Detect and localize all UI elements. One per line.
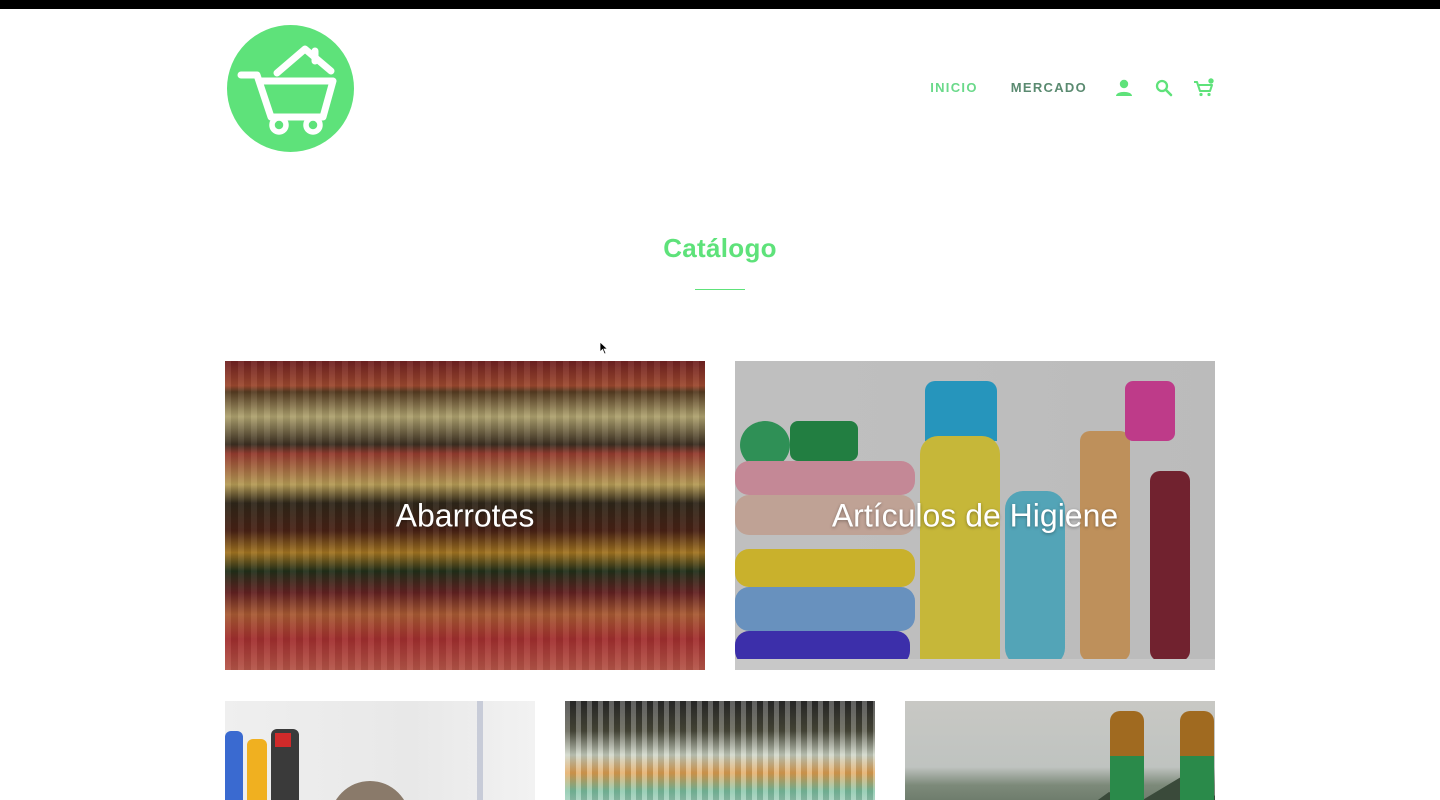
product-image-part	[1110, 756, 1144, 800]
collection-tile-4[interactable]	[565, 701, 875, 800]
store-logo[interactable]	[227, 25, 354, 152]
main-nav: INICIO MERCADO	[930, 76, 1215, 100]
collection-tile-5[interactable]	[905, 701, 1215, 800]
mouse-cursor-icon	[599, 341, 609, 355]
collection-label: Artículos de Higiene	[831, 497, 1119, 533]
account-button[interactable]	[1113, 76, 1135, 100]
account-icon	[1116, 79, 1132, 96]
product-image-part	[225, 731, 243, 800]
search-icon	[1155, 79, 1173, 97]
collection-abarrotes[interactable]: Abarrotes	[225, 361, 705, 670]
nav-link-inicio[interactable]: INICIO	[930, 76, 978, 100]
browser-top-bar	[0, 0, 1440, 9]
collection-tile-3[interactable]	[225, 701, 535, 800]
cart-button[interactable]	[1193, 76, 1215, 100]
shopping-cart-logo-icon	[237, 45, 337, 135]
collection-articulos-de-higiene[interactable]: Artículos de Higiene	[735, 361, 1215, 670]
product-image-part	[1180, 756, 1214, 800]
product-image-part	[247, 739, 267, 800]
site-header: INICIO MERCADO	[225, 24, 1215, 154]
product-image-part	[275, 733, 291, 747]
cart-icon	[1194, 78, 1214, 97]
collection-label: Abarrotes	[395, 497, 535, 533]
title-divider	[695, 289, 745, 290]
product-image-part	[477, 701, 483, 800]
product-image-part	[330, 781, 410, 800]
search-button[interactable]	[1153, 76, 1175, 100]
nav-link-mercado[interactable]: MERCADO	[1011, 76, 1087, 100]
catalog-title: Catálogo	[663, 233, 777, 263]
